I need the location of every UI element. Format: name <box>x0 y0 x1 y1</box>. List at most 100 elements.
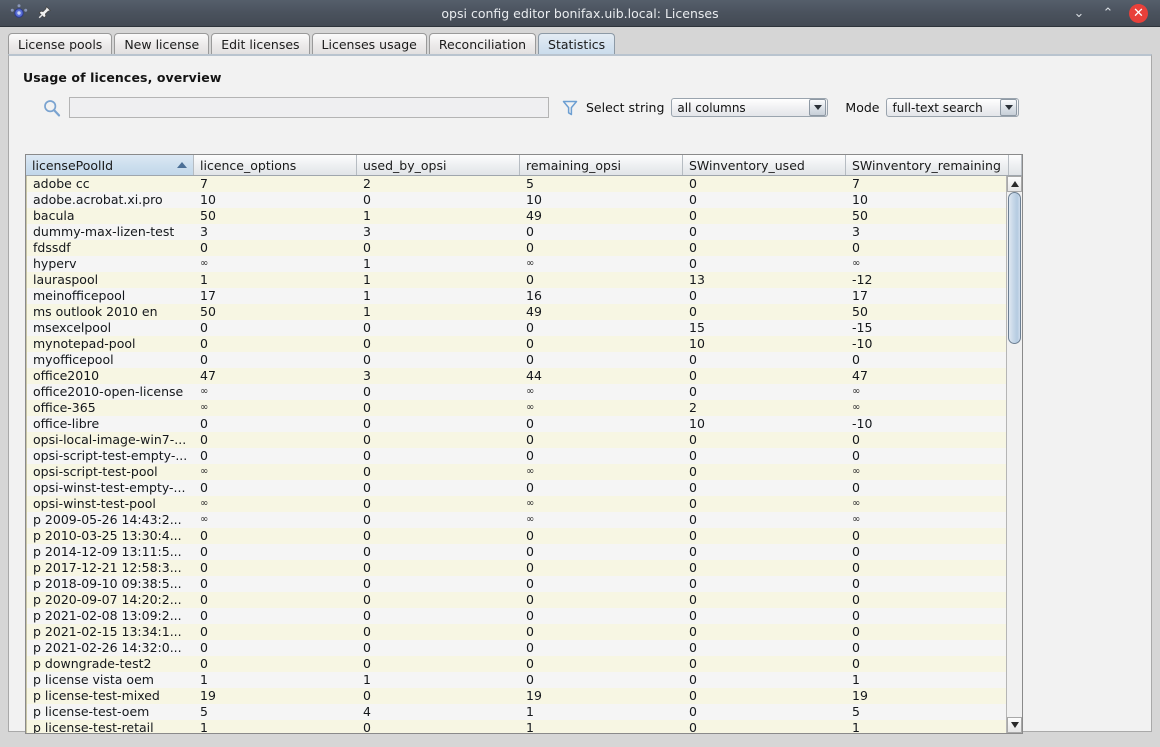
table-row[interactable]: p 2014-12-09 13:11:5... 0 0 0 0 0 <box>26 544 1006 560</box>
cell-SWinventory_used: 0 <box>689 464 697 479</box>
column-header-used_by_opsi[interactable]: used_by_opsi <box>357 155 520 175</box>
scroll-down-icon[interactable] <box>1007 717 1022 733</box>
cell-SWinventory_remaining: 0 <box>852 544 860 559</box>
table-header-row: licensePoolId licence_options used_by_opsi… <box>26 155 1022 176</box>
cell-SWinventory_remaining: ∞ <box>852 402 861 413</box>
cell-used_by_opsi: 0 <box>363 560 371 575</box>
cell-licence_options: 0 <box>200 624 208 639</box>
cell-SWinventory_used: 0 <box>689 304 697 319</box>
table-row[interactable]: p license-test-mixed 19 0 19 0 19 <box>26 688 1006 704</box>
cell-licensePoolId: ms outlook 2010 en <box>26 304 194 320</box>
select-string-dropdown[interactable]: all columns <box>671 98 829 117</box>
table-row[interactable]: opsi-local-image-win7-... 0 0 0 0 0 <box>26 432 1006 448</box>
cell-licence_options: ∞ <box>200 258 209 269</box>
table-row[interactable]: meinofficepool 17 1 16 0 17 <box>26 288 1006 304</box>
table-row[interactable]: office2010-open-license ∞ 0 ∞ 0 ∞ <box>26 384 1006 400</box>
table-row[interactable]: opsi-winst-test-empty-... 0 0 0 0 0 <box>26 480 1006 496</box>
cell-licence_options: ∞ <box>200 498 209 509</box>
cell-licence_options: 1 <box>200 720 208 733</box>
table-row[interactable]: p license-test-oem 5 4 1 0 5 <box>26 704 1006 720</box>
chevron-down-icon[interactable] <box>1000 99 1018 116</box>
table-row[interactable]: adobe cc 7 2 5 0 7 <box>26 176 1006 192</box>
tab-new-license[interactable]: New license <box>114 33 210 54</box>
tab-licenses-usage[interactable]: Licenses usage <box>311 33 427 54</box>
cell-SWinventory_used: 0 <box>689 688 697 703</box>
cell-remaining_opsi: 0 <box>526 592 534 607</box>
table-row[interactable]: p license-test-retail 1 0 1 0 1 <box>26 720 1006 733</box>
scrollbar-thumb[interactable] <box>1008 192 1021 345</box>
column-header-SWinventory_remaining[interactable]: SWinventory_remaining <box>846 155 1009 175</box>
cell-remaining_opsi: 0 <box>526 656 534 671</box>
maximize-button[interactable]: ⌃ <box>1100 5 1116 21</box>
cell-licence_options: 0 <box>200 416 208 431</box>
column-header-licensePoolId[interactable]: licensePoolId <box>26 155 194 175</box>
cell-used_by_opsi: 0 <box>363 400 371 415</box>
table-row[interactable]: adobe.acrobat.xi.pro 10 0 10 0 10 <box>26 192 1006 208</box>
table-row[interactable]: p license vista oem 1 1 0 0 1 <box>26 672 1006 688</box>
table-row[interactable]: opsi-script-test-pool ∞ 0 ∞ 0 ∞ <box>26 464 1006 480</box>
cell-SWinventory_remaining: 47 <box>852 368 868 383</box>
cell-SWinventory_used: 0 <box>689 288 697 303</box>
column-header-licence_options[interactable]: licence_options <box>194 155 357 175</box>
cell-SWinventory_remaining: 10 <box>852 192 868 207</box>
tab-statistics[interactable]: Statistics <box>538 33 616 54</box>
table-row[interactable]: p 2021-02-15 13:34:1... 0 0 0 0 0 <box>26 624 1006 640</box>
vertical-scrollbar[interactable] <box>1006 176 1022 733</box>
table-row[interactable]: fdssdf 0 0 0 0 0 <box>26 240 1006 256</box>
table-row[interactable]: myofficepool 0 0 0 0 0 <box>26 352 1006 368</box>
cell-licensePoolId: hyperv <box>26 256 194 272</box>
column-header-SWinventory_used[interactable]: SWinventory_used <box>683 155 846 175</box>
table-row[interactable]: office-libre 0 0 0 10 -10 <box>26 416 1006 432</box>
cell-used_by_opsi: 0 <box>363 448 371 463</box>
table-row[interactable]: opsi-winst-test-pool ∞ 0 ∞ 0 ∞ <box>26 496 1006 512</box>
cell-licence_options: ∞ <box>200 402 209 413</box>
table-row[interactable]: dummy-max-lizen-test 3 3 0 0 3 <box>26 224 1006 240</box>
cell-used_by_opsi: 0 <box>363 240 371 255</box>
table-row[interactable]: hyperv ∞ 1 ∞ 0 ∞ <box>26 256 1006 272</box>
scrollbar-track[interactable] <box>1007 192 1022 717</box>
table-row[interactable]: mynotepad-pool 0 0 0 10 -10 <box>26 336 1006 352</box>
table-row[interactable]: p 2021-02-08 13:09:2... 0 0 0 0 0 <box>26 608 1006 624</box>
scroll-up-icon[interactable] <box>1007 176 1022 192</box>
table-row[interactable]: office2010 47 3 44 0 47 <box>26 368 1006 384</box>
cell-licensePoolId: adobe.acrobat.xi.pro <box>26 192 194 208</box>
cell-SWinventory_used: 0 <box>689 528 697 543</box>
search-input[interactable] <box>69 97 549 118</box>
table-row[interactable]: p 2020-09-07 14:20:2... 0 0 0 0 0 <box>26 592 1006 608</box>
tab-edit-licenses[interactable]: Edit licenses <box>211 33 310 54</box>
tab-license-pools[interactable]: License pools <box>8 33 113 54</box>
cell-SWinventory_remaining: -15 <box>852 320 873 335</box>
table-row[interactable]: p 2017-12-21 12:58:3... 0 0 0 0 0 <box>26 560 1006 576</box>
table-row[interactable]: ms outlook 2010 en 50 1 49 0 50 <box>26 304 1006 320</box>
table-row[interactable]: office-365 ∞ 0 ∞ 2 ∞ <box>26 400 1006 416</box>
cell-SWinventory_remaining: 0 <box>852 528 860 543</box>
table-row[interactable]: p 2018-09-10 09:38:5... 0 0 0 0 0 <box>26 576 1006 592</box>
table-row[interactable]: opsi-script-test-empty-... 0 0 0 0 0 <box>26 448 1006 464</box>
table-row[interactable]: bacula 50 1 49 0 50 <box>26 208 1006 224</box>
table-row[interactable]: p 2009-05-26 14:43:2... ∞ 0 ∞ 0 ∞ <box>26 512 1006 528</box>
cell-used_by_opsi: 0 <box>363 720 371 733</box>
mode-dropdown[interactable]: full-text search <box>886 98 1020 117</box>
table-row[interactable]: p 2021-02-26 14:32:0... 0 0 0 0 0 <box>26 640 1006 656</box>
cell-used_by_opsi: 0 <box>363 352 371 367</box>
column-header-remaining_opsi[interactable]: remaining_opsi <box>520 155 683 175</box>
table-row[interactable]: p downgrade-test2 0 0 0 0 0 <box>26 656 1006 672</box>
cell-licence_options: 0 <box>200 432 208 447</box>
close-button[interactable]: ✕ <box>1129 3 1148 23</box>
table-row[interactable]: p 2010-03-25 13:30:4... 0 0 0 0 0 <box>26 528 1006 544</box>
cell-licensePoolId: p 2021-02-08 13:09:2... <box>26 608 194 624</box>
cell-licence_options: 0 <box>200 544 208 559</box>
filter-funnel-icon[interactable] <box>562 99 578 117</box>
table-row[interactable]: lauraspool 1 1 0 13 -12 <box>26 272 1006 288</box>
tab-reconciliation[interactable]: Reconciliation <box>428 33 537 54</box>
cell-SWinventory_remaining: 7 <box>852 176 860 191</box>
cell-SWinventory_used: 0 <box>689 672 697 687</box>
minimize-button[interactable]: ⌄ <box>1071 5 1087 21</box>
chevron-down-icon[interactable] <box>809 99 827 116</box>
pin-icon[interactable] <box>36 5 52 21</box>
cell-licensePoolId: p 2009-05-26 14:43:2... <box>26 512 194 528</box>
cell-SWinventory_remaining: -10 <box>852 336 873 351</box>
column-header-label: remaining_opsi <box>526 157 621 173</box>
table-row[interactable]: msexcelpool 0 0 0 15 -15 <box>26 320 1006 336</box>
cell-SWinventory_used: 13 <box>689 272 705 287</box>
